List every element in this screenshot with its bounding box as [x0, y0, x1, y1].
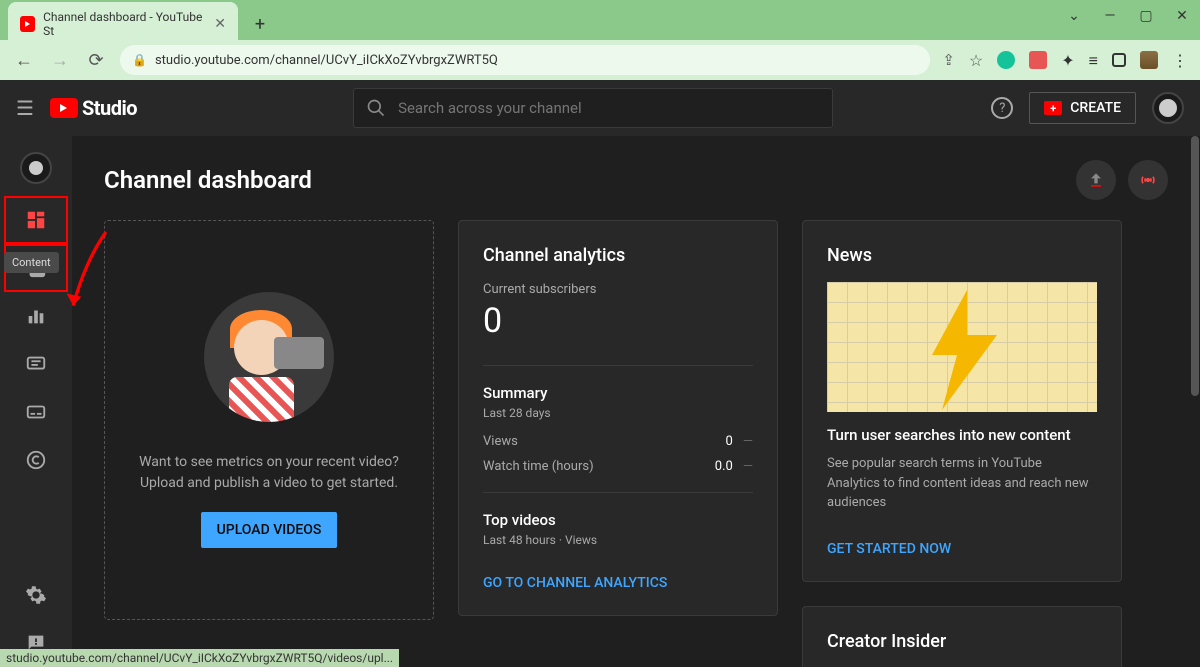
dashboard-icon: [25, 209, 47, 231]
top-videos-sub: Last 48 hours · Views: [483, 533, 753, 547]
gear-icon: [25, 584, 47, 606]
browser-menu-icon[interactable]: ⋮: [1172, 51, 1188, 69]
menu-icon[interactable]: ☰: [16, 96, 34, 120]
upload-icon: [1086, 170, 1106, 190]
window-close-icon[interactable]: ✕: [1172, 8, 1192, 24]
trend-dash: —: [743, 434, 753, 449]
account-avatar[interactable]: [1152, 92, 1184, 124]
page-title: Channel dashboard: [104, 166, 312, 194]
news-heading: News: [827, 245, 1097, 266]
watch-label: Watch time (hours): [483, 459, 594, 474]
help-icon[interactable]: ?: [991, 97, 1013, 119]
studio-logo[interactable]: Studio: [50, 96, 137, 120]
extension-reading-icon[interactable]: ≡: [1089, 51, 1098, 69]
get-started-link[interactable]: GET STARTED NOW: [827, 541, 951, 557]
subscribers-value: 0: [483, 301, 753, 341]
upload-video-button[interactable]: [1076, 160, 1116, 200]
lightning-icon: [917, 290, 1007, 410]
create-button[interactable]: CREATE: [1029, 92, 1136, 124]
analytics-title: Channel analytics: [483, 245, 753, 266]
go-live-button[interactable]: [1128, 160, 1168, 200]
top-videos-title: Top videos: [483, 511, 753, 529]
sidebar-copyright[interactable]: [4, 436, 68, 484]
toolbar-icons: ⇪ ☆ ✦ ≡ ⋮: [942, 51, 1188, 69]
news-title: Turn user searches into new content: [827, 426, 1097, 444]
extensions-icon[interactable]: ✦: [1061, 51, 1074, 69]
copyright-icon: [25, 449, 47, 471]
analytics-icon: [25, 305, 47, 327]
illustration: [204, 292, 334, 422]
search-box[interactable]: [353, 88, 833, 128]
watch-value: 0.0: [715, 459, 733, 474]
trend-dash: —: [743, 459, 753, 474]
views-label: Views: [483, 434, 518, 449]
creator-insider-card: Creator Insider: [802, 606, 1122, 667]
reload-button[interactable]: ⟳: [84, 50, 108, 71]
search-input[interactable]: [398, 99, 820, 117]
extension-red-icon[interactable]: [1029, 51, 1047, 69]
window-minimize-icon[interactable]: —: [1100, 8, 1120, 24]
status-bar: studio.youtube.com/channel/UCvY_iICkXoZY…: [0, 649, 399, 667]
back-button[interactable]: ←: [12, 50, 36, 71]
sidebar-settings[interactable]: [4, 571, 68, 619]
sidebar-analytics[interactable]: [4, 292, 68, 340]
forward-button: →: [48, 50, 72, 71]
profile-avatar-icon[interactable]: [1140, 51, 1158, 69]
lock-icon: 🔒: [132, 53, 147, 67]
subtitles-icon: [25, 401, 47, 423]
address-bar[interactable]: 🔒 studio.youtube.com/channel/UCvY_iICkXo…: [120, 45, 930, 75]
upload-videos-button[interactable]: UPLOAD VIDEOS: [201, 512, 338, 548]
news-desc: See popular search terms in YouTube Anal…: [827, 454, 1097, 513]
create-label: CREATE: [1070, 100, 1121, 116]
comments-icon: [25, 353, 47, 375]
extension-grammarly-icon[interactable]: [997, 51, 1015, 69]
upload-prompt-card: Want to see metrics on your recent video…: [104, 220, 434, 620]
live-icon: [1138, 170, 1158, 190]
search-icon: [366, 98, 386, 118]
sidebar-subtitles[interactable]: [4, 388, 68, 436]
create-video-icon: [1044, 101, 1062, 115]
extension-panel-icon[interactable]: [1112, 53, 1126, 67]
views-value: 0: [726, 434, 733, 449]
youtube-favicon-icon: [20, 16, 35, 32]
subscribers-label: Current subscribers: [483, 282, 753, 297]
annotation-arrow-icon: [60, 228, 115, 318]
scrollbar[interactable]: [1191, 136, 1199, 396]
analytics-card: Channel analytics Current subscribers 0 …: [458, 220, 778, 616]
news-card: News Turn user searches into new content…: [802, 220, 1122, 582]
url-text: studio.youtube.com/channel/UCvY_iICkXoZY…: [155, 53, 498, 68]
share-icon[interactable]: ⇪: [942, 51, 955, 69]
new-tab-button[interactable]: +: [246, 10, 274, 38]
channel-avatar[interactable]: [20, 152, 52, 184]
divider: [483, 365, 753, 366]
youtube-logo-icon: [50, 98, 78, 118]
logo-text: Studio: [82, 96, 137, 120]
window-controls: ⌄ — ▢ ✕: [1064, 8, 1192, 24]
news-illustration: [827, 282, 1097, 412]
sidebar-comments[interactable]: [4, 340, 68, 388]
sidebar-dashboard[interactable]: [4, 196, 68, 244]
sidebar-tooltip: Content: [4, 252, 59, 273]
tab-title: Channel dashboard - YouTube St: [43, 10, 206, 38]
summary-title: Summary: [483, 384, 753, 402]
empty-state-text: Want to see metrics on your recent video…: [139, 452, 399, 494]
insider-heading: Creator Insider: [827, 631, 1097, 652]
window-maximize-icon[interactable]: ▢: [1136, 8, 1156, 24]
tab-close-icon[interactable]: ✕: [214, 16, 226, 32]
browser-tab[interactable]: Channel dashboard - YouTube St ✕: [8, 2, 238, 46]
go-to-analytics-link[interactable]: GO TO CHANNEL ANALYTICS: [483, 575, 667, 591]
star-icon[interactable]: ☆: [969, 51, 983, 69]
window-caret-icon[interactable]: ⌄: [1064, 8, 1084, 24]
summary-sub: Last 28 days: [483, 406, 753, 420]
divider: [483, 492, 753, 493]
